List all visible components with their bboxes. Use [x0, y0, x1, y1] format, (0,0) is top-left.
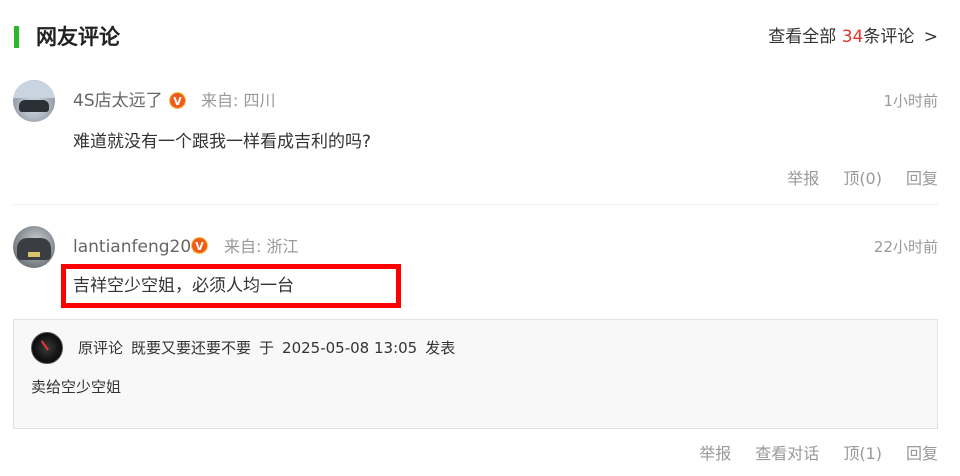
quote-meta: 原评论 既要又要还要不要于 2025-05-08 13:05 发表	[78, 337, 463, 359]
comment-divider	[13, 204, 938, 205]
comment-count: 34	[841, 27, 864, 47]
report-button[interactable]: 举报	[699, 444, 731, 463]
license-plate	[28, 252, 40, 257]
verified-badge-icon: V	[169, 92, 186, 109]
quote-date: 2025-05-08 13:05	[282, 339, 418, 357]
highlight-box	[61, 264, 401, 308]
comment-time: 1小时前	[883, 92, 938, 110]
view-conversation-button[interactable]: 查看对话	[755, 444, 819, 463]
comment-location: 来自: 四川	[201, 91, 276, 110]
like-button[interactable]: 顶(0)	[843, 169, 882, 188]
comment-username[interactable]: 4S店太远了	[73, 89, 163, 113]
view-all-prefix: 查看全部	[768, 27, 837, 47]
avatar-background	[13, 80, 55, 98]
avatar[interactable]	[13, 80, 55, 122]
section-accent-bar	[14, 26, 19, 48]
quote-label: 原评论	[78, 339, 124, 357]
chevron-right-icon: >	[923, 27, 938, 47]
comment-text: 难道就没有一个跟我一样看成吉利的吗?	[73, 132, 372, 152]
comment-time: 22小时前	[873, 238, 938, 256]
comment-actions: 举报 顶(0) 回复	[763, 167, 938, 191]
reply-button[interactable]: 回复	[906, 444, 938, 463]
comment-actions: 举报 查看对话 顶(1) 回复	[675, 442, 938, 466]
quote-avatar[interactable]	[31, 332, 63, 364]
view-all-comments-link[interactable]: 查看全部 34条评论 >	[768, 24, 938, 50]
quoted-comment-box	[13, 319, 938, 429]
comment-location: 来自: 浙江	[224, 237, 299, 256]
comment-username[interactable]: lantianfeng201	[73, 235, 202, 259]
view-all-suffix: 条评论	[863, 27, 915, 47]
speedometer-icon	[40, 340, 49, 351]
quote-author[interactable]: 既要又要还要不要	[131, 339, 251, 357]
verified-badge-icon: V	[191, 237, 208, 254]
report-button[interactable]: 举报	[787, 169, 819, 188]
quote-date-prefix: 于	[259, 339, 275, 357]
quote-date-suffix: 发表	[425, 339, 456, 357]
like-button[interactable]: 顶(1)	[843, 444, 882, 463]
section-title: 网友评论	[36, 25, 120, 49]
reply-button[interactable]: 回复	[906, 169, 938, 188]
quote-text: 卖给空少空姐	[31, 378, 122, 396]
car-image	[19, 100, 49, 112]
avatar[interactable]	[13, 226, 55, 268]
